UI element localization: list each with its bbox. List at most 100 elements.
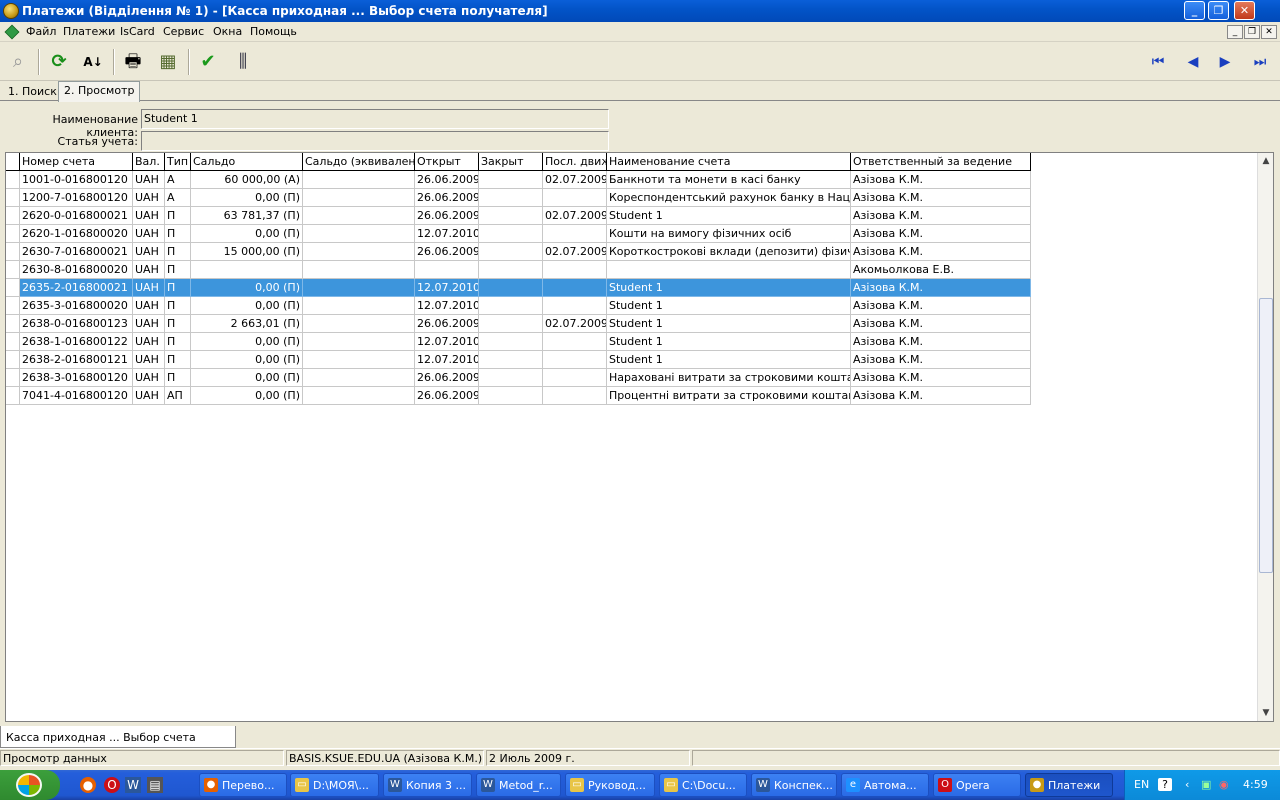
document-menu-icon[interactable] — [4, 24, 20, 40]
table-row[interactable]: 2635-3-016800020 UAH П 0,00 (П) 12.07.2010 St… — [6, 297, 1031, 315]
table-row[interactable]: 2638-3-016800120 UAH П 0,00 (П) 26.06.2009 На… — [6, 369, 1031, 387]
menu-file[interactable]: Файл — [26, 25, 56, 38]
taskbar-button[interactable]: ▭ D:\МОЯ\... — [290, 773, 379, 797]
column-header[interactable]: Закрыт — [479, 153, 543, 171]
taskbar-button[interactable]: W Конспек... — [751, 773, 837, 797]
check-icon[interactable]: ✔ — [195, 49, 221, 75]
table-row[interactable]: 2638-0-016800123 UAH П 2 663,01 (П) 26.06.20… — [6, 315, 1031, 333]
network-icon[interactable]: ▣ — [1201, 778, 1211, 791]
client-name-field[interactable]: Student 1 — [141, 109, 609, 129]
row-indicator[interactable] — [6, 387, 20, 405]
vertical-scrollbar[interactable]: ▲ ▼ — [1257, 153, 1273, 721]
currency-cell: UAH — [133, 387, 165, 405]
row-indicator[interactable] — [6, 351, 20, 369]
zoom-icon[interactable]: ⌕ — [5, 49, 31, 75]
first-record-icon[interactable]: ⏮ — [1145, 49, 1171, 75]
taskbar-button[interactable]: ▭ Руковод... — [565, 773, 655, 797]
help-icon[interactable]: ? — [1158, 778, 1172, 791]
scroll-up-icon[interactable]: ▲ — [1258, 153, 1274, 169]
row-indicator[interactable] — [6, 279, 20, 297]
document-tab[interactable]: Касса приходная ... Выбор счета получате… — [0, 726, 236, 757]
scroll-thumb[interactable] — [1259, 298, 1273, 573]
tray-expand-icon[interactable]: ‹ — [1185, 778, 1189, 791]
filter-icon[interactable]: ⫼ — [230, 49, 256, 75]
taskbar-button[interactable]: W Копия 3 ... — [383, 773, 472, 797]
column-header[interactable]: Открыт — [415, 153, 479, 171]
column-header[interactable]: Вал. — [133, 153, 165, 171]
tab-view[interactable]: 2. Просмотр — [58, 81, 141, 102]
word-icon[interactable]: W — [125, 777, 141, 793]
table-row[interactable]: 7041-4-016800120 UAH АП 0,00 (П) 26.06.2009 П… — [6, 387, 1031, 405]
mdi-restore-button[interactable]: ❐ — [1244, 25, 1260, 39]
table-row[interactable]: 1001-0-016800120 UAH А 60 000,00 (А) 26.06.2… — [6, 171, 1031, 189]
table-row[interactable]: 2630-7-016800021 UAH П 15 000,00 (П) 26.06.2… — [6, 243, 1031, 261]
menu-iscard[interactable]: IsCard — [120, 25, 155, 38]
table-row[interactable]: 2638-2-016800121 UAH П 0,00 (П) 12.07.2010 St… — [6, 351, 1031, 369]
column-header[interactable]: Сальдо (эквивалент) — [303, 153, 415, 171]
table-row[interactable]: 2620-1-016800020 UAH П 0,00 (П) 12.07.2010 Ко… — [6, 225, 1031, 243]
mdi-close-button[interactable]: ✕ — [1261, 25, 1277, 39]
column-header[interactable]: Наименование счета — [607, 153, 851, 171]
column-header[interactable]: Номер счета — [20, 153, 133, 171]
taskbar-button[interactable]: e Автома... — [841, 773, 929, 797]
taskbar-button[interactable]: O Opera — [933, 773, 1021, 797]
table-row[interactable]: 2638-1-016800122 UAH П 0,00 (П) 12.07.2010 St… — [6, 333, 1031, 351]
print-icon[interactable]: 🖶 — [120, 49, 146, 75]
column-header[interactable]: Тип — [165, 153, 191, 171]
menu-service[interactable]: Сервис — [163, 25, 204, 38]
export-icon[interactable]: ▦ — [155, 49, 181, 75]
clock[interactable]: 4:59 — [1243, 778, 1268, 791]
desktop-icon[interactable]: ▤ — [147, 777, 163, 793]
menu-windows[interactable]: Окна — [213, 25, 242, 38]
opera-icon[interactable]: O — [104, 777, 120, 793]
table-row[interactable]: 1200-7-016800120 UAH А 0,00 (П) 26.06.2009 Ко… — [6, 189, 1031, 207]
row-indicator[interactable] — [6, 261, 20, 279]
table-row[interactable]: 2635-2-016800021 UAH П 0,00 (П) 12.07.2010 St… — [6, 279, 1031, 297]
row-indicator[interactable] — [6, 189, 20, 207]
responsible-cell: Азізова К.М. — [851, 225, 1031, 243]
table-row[interactable]: 2630-8-016800020 UAH П Акомьолкова Е.В. — [6, 261, 1031, 279]
column-header[interactable]: Сальдо — [191, 153, 303, 171]
taskbar-button-label: Metod_r... — [499, 779, 553, 792]
column-header[interactable]: Ответственный за ведение — [851, 153, 1031, 171]
last-move-cell: 02.07.2009 — [543, 207, 607, 225]
opened-cell: 12.07.2010 — [415, 225, 479, 243]
menu-help[interactable]: Помощь — [250, 25, 297, 38]
last-move-cell — [543, 351, 607, 369]
menu-payments[interactable]: Платежи — [63, 25, 115, 38]
volume-icon[interactable]: ◉ — [1219, 778, 1229, 791]
taskbar-button[interactable]: ▭ C:\Docu... — [659, 773, 747, 797]
language-indicator[interactable]: EN — [1134, 778, 1149, 791]
minimize-button[interactable]: _ — [1184, 1, 1205, 20]
row-indicator[interactable] — [6, 225, 20, 243]
account-number-cell: 1200-7-016800120 — [20, 189, 133, 207]
accounts-grid[interactable]: Номер счета Вал. Тип Сальдо Сальдо (эквивале… — [5, 152, 1274, 722]
sort-icon[interactable]: A↓ — [80, 49, 106, 75]
next-record-icon[interactable]: ▶ — [1212, 49, 1238, 75]
folder-icon: ▭ — [295, 778, 309, 792]
taskbar-button[interactable]: W Metod_r... — [476, 773, 561, 797]
row-indicator[interactable] — [6, 315, 20, 333]
row-indicator[interactable] — [6, 171, 20, 189]
taskbar-button[interactable]: ● Перево... — [199, 773, 287, 797]
prev-record-icon[interactable]: ◀ — [1180, 49, 1206, 75]
last-record-icon[interactable]: ⏭ — [1247, 49, 1273, 75]
row-indicator[interactable] — [6, 333, 20, 351]
taskbar-button[interactable]: ● Платежи — [1025, 773, 1113, 797]
row-indicator[interactable] — [6, 297, 20, 315]
row-indicator[interactable] — [6, 243, 20, 261]
refresh-icon[interactable]: ⟳ — [46, 49, 72, 75]
start-button[interactable] — [0, 770, 60, 800]
row-indicator[interactable] — [6, 207, 20, 225]
table-row[interactable]: 2620-0-016800021 UAH П 63 781,37 (П) 26.06.2… — [6, 207, 1031, 225]
close-button[interactable]: ✕ — [1234, 1, 1255, 20]
scroll-down-icon[interactable]: ▼ — [1258, 705, 1274, 721]
column-header[interactable]: Посл. движ. — [543, 153, 607, 171]
taskbar-button-label: Руковод... — [588, 779, 646, 792]
restore-button[interactable]: ❐ — [1208, 1, 1229, 20]
firefox-icon[interactable]: ● — [80, 777, 96, 793]
article-field[interactable] — [141, 131, 609, 151]
tab-search[interactable]: 1. Поиск — [3, 83, 62, 101]
mdi-minimize-button[interactable]: _ — [1227, 25, 1243, 39]
row-indicator[interactable] — [6, 369, 20, 387]
